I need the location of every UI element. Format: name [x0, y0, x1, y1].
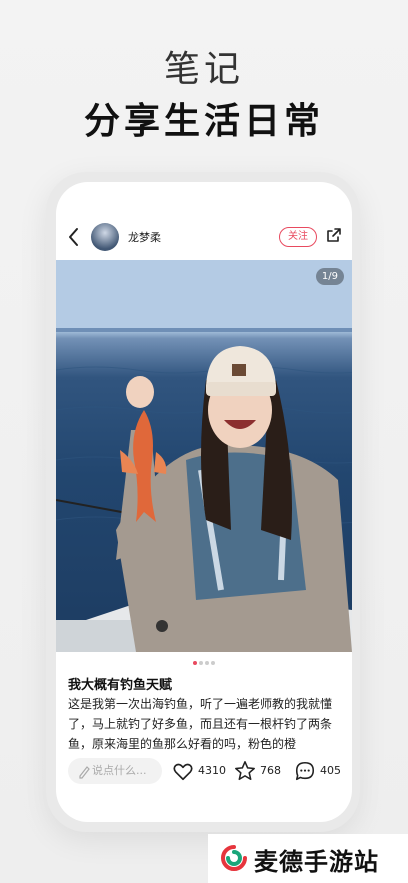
- image-counter: 1/9: [315, 268, 344, 285]
- comment-icon: [295, 761, 315, 781]
- share-icon: [327, 228, 341, 242]
- heart-icon: [173, 763, 193, 781]
- favorite-count: 768: [260, 764, 281, 777]
- avatar[interactable]: [91, 223, 119, 251]
- carousel-dot-active[interactable]: [193, 661, 197, 665]
- post-body: 这是我第一次出海钓鱼，听了一遍老师教的我就懂了，马上就钓了好多鱼，而且还有一根杆…: [68, 697, 333, 750]
- comment-placeholder: 说点什么...: [92, 764, 147, 777]
- post-title: 我大概有钓鱼天赋: [68, 678, 173, 693]
- fishing-photo: [56, 260, 352, 652]
- follow-button[interactable]: 关注: [279, 227, 317, 247]
- brand-logo-icon: [220, 844, 248, 872]
- pen-icon: [78, 758, 90, 794]
- action-bar: 说点什么... 4310 768 405: [56, 752, 352, 796]
- comment-button[interactable]: 405: [294, 760, 344, 782]
- phone-screen: 龙梦柔 关注 1/9 我大概有钓鱼天赋 这是我第一次出海钓鱼，听了一遍老师教的我…: [56, 182, 352, 822]
- carousel-dot[interactable]: [211, 661, 215, 665]
- carousel-indicator: [56, 658, 352, 667]
- post-header: 龙梦柔 关注: [56, 216, 352, 258]
- chevron-left-icon: [69, 228, 78, 246]
- like-button[interactable]: 4310: [172, 760, 226, 782]
- comment-count: 405: [320, 764, 341, 777]
- back-button[interactable]: [66, 226, 82, 248]
- favorite-button[interactable]: 768: [234, 760, 282, 782]
- comment-input[interactable]: 说点什么...: [68, 758, 162, 784]
- share-button[interactable]: [326, 227, 342, 243]
- username[interactable]: 龙梦柔: [128, 229, 161, 245]
- watermark-brand: 麦德手游站: [208, 834, 408, 883]
- carousel-dot[interactable]: [199, 661, 203, 665]
- brand-text: 麦德手游站: [254, 848, 379, 876]
- star-icon: [235, 761, 255, 781]
- like-count: 4310: [198, 764, 226, 777]
- post-photo[interactable]: 1/9: [56, 260, 352, 652]
- promo-subtitle: 分享生活日常: [83, 101, 324, 142]
- promo-title: 笔记: [163, 49, 244, 90]
- carousel-dot[interactable]: [205, 661, 209, 665]
